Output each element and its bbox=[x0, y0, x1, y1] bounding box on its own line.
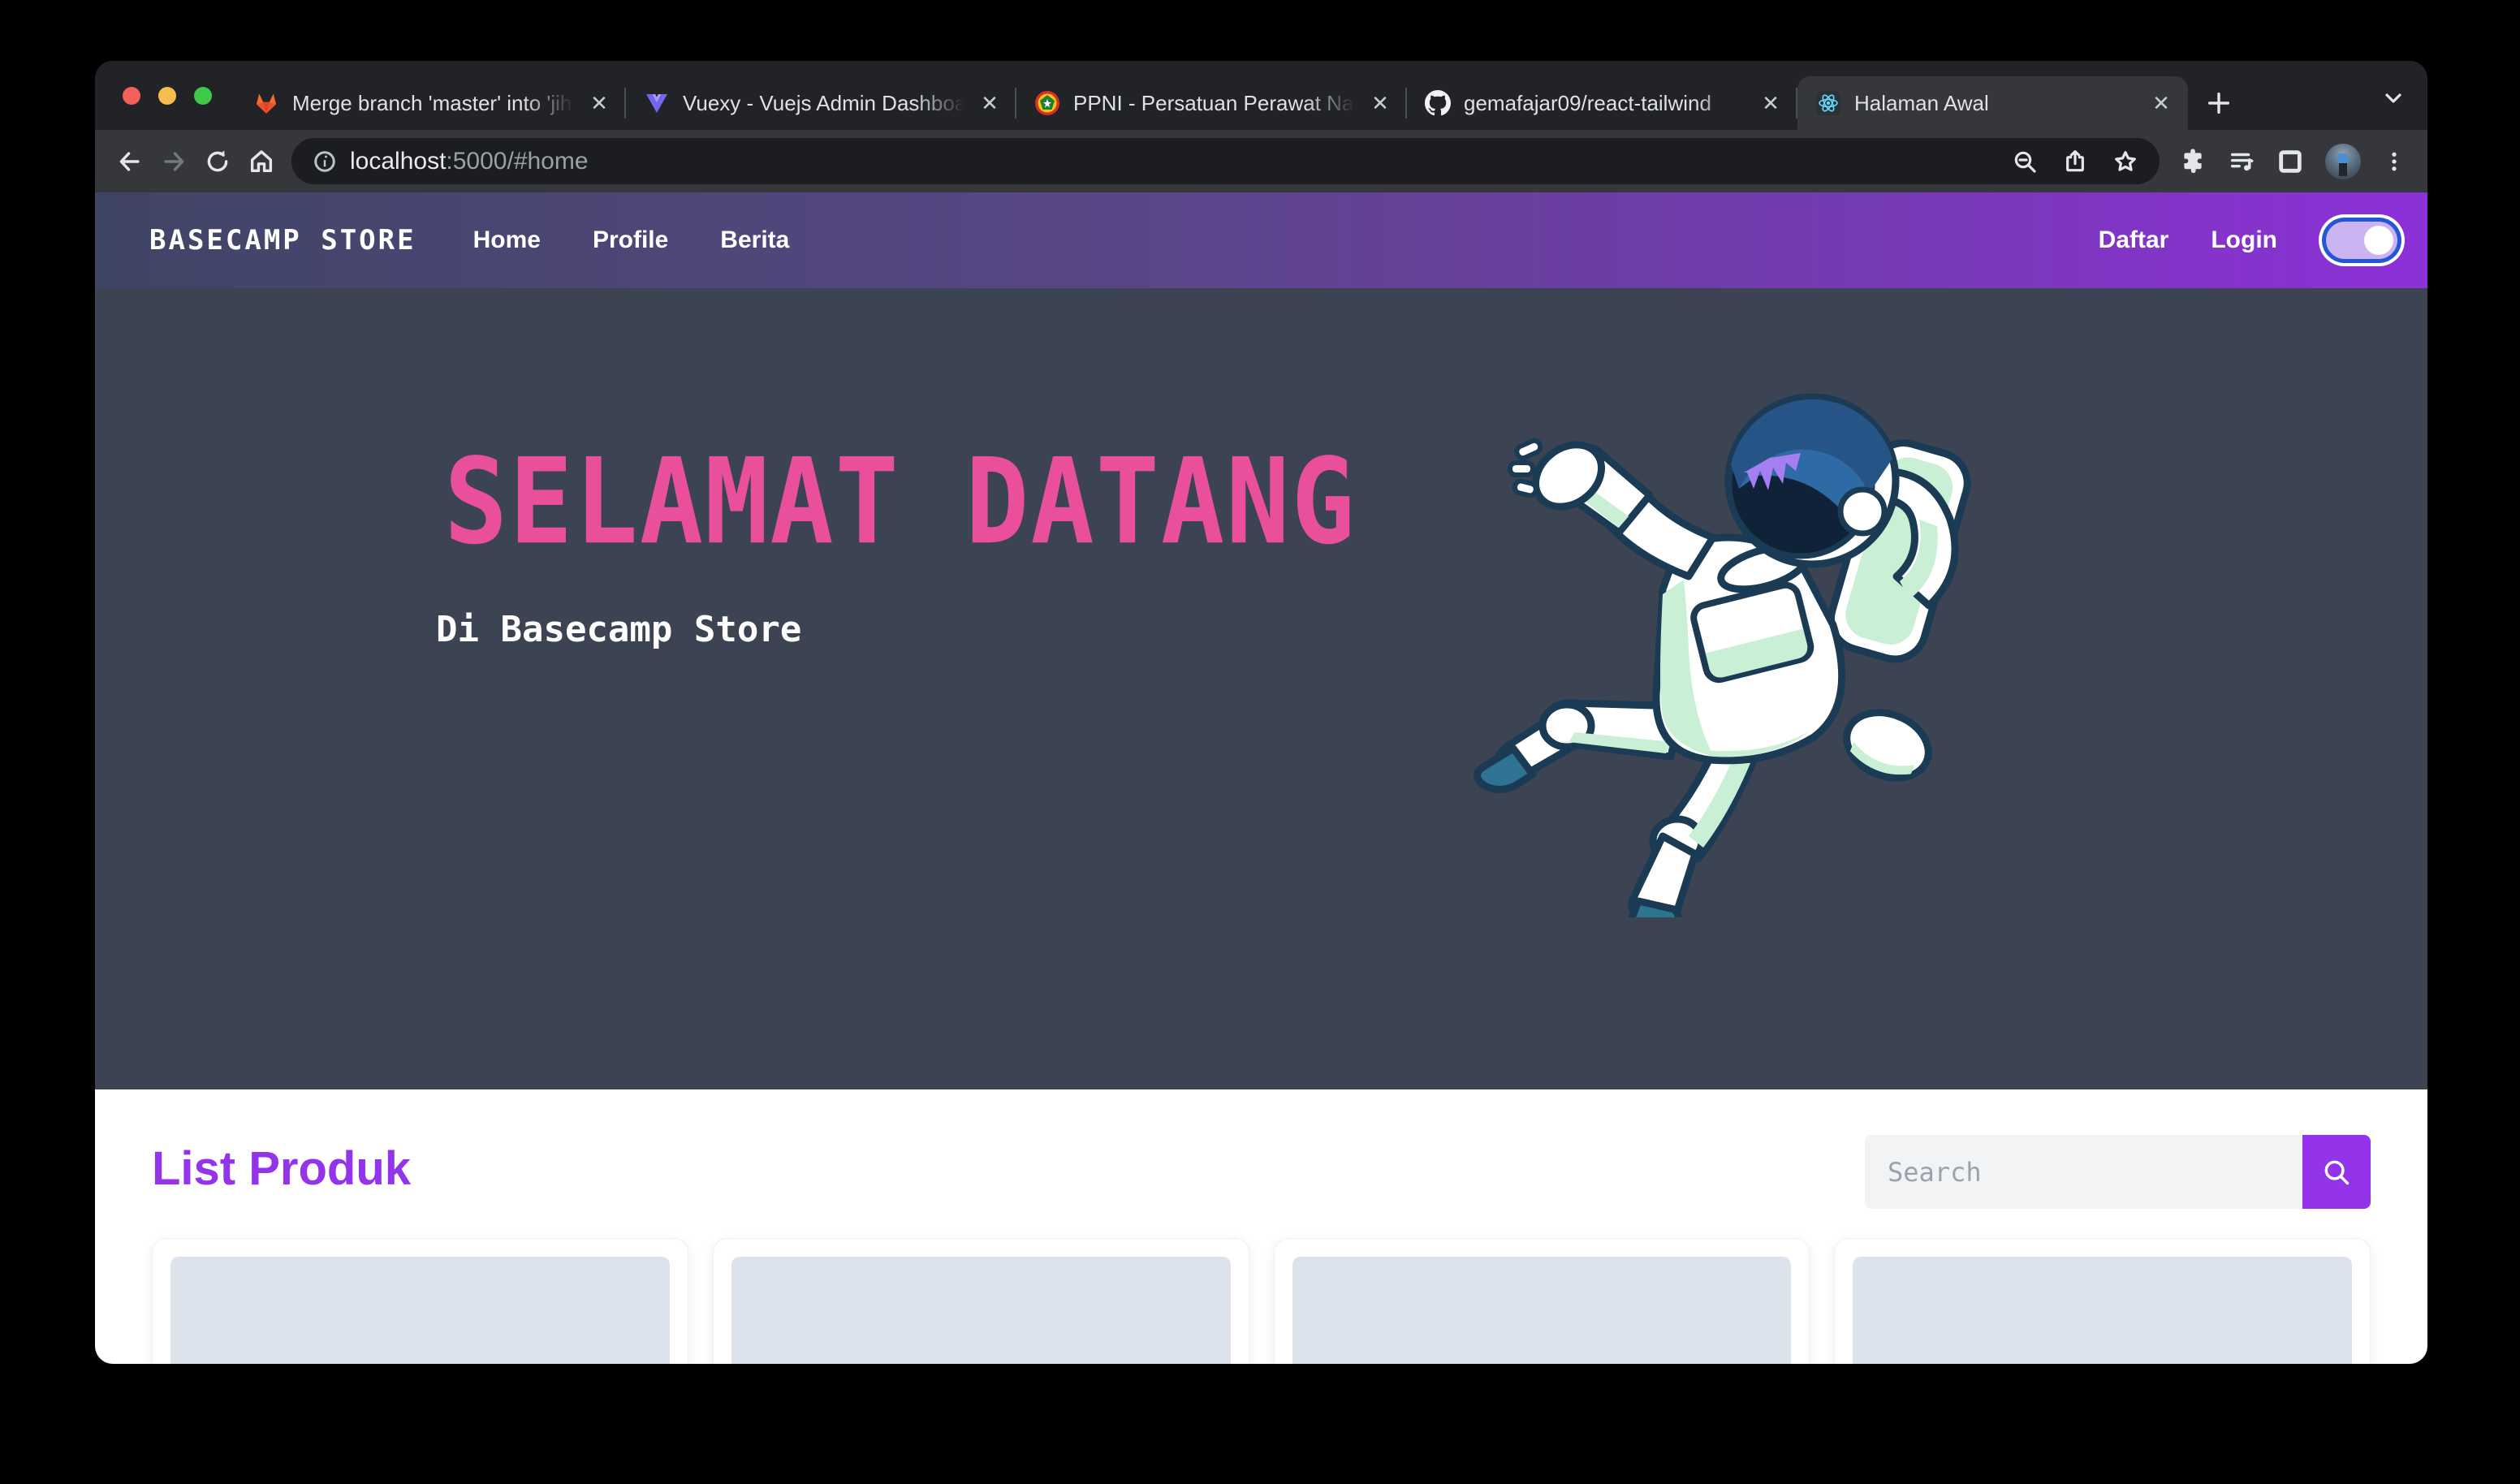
hero-text: SELAMAT DATANG Di Basecamp Store bbox=[436, 442, 1357, 650]
toolbar-right-icons bbox=[2168, 144, 2414, 179]
menu-dots-icon[interactable] bbox=[2382, 148, 2406, 175]
search-input[interactable] bbox=[1865, 1135, 2302, 1209]
minimize-window-button[interactable] bbox=[158, 87, 176, 105]
tab-close-icon[interactable]: ✕ bbox=[1368, 91, 1392, 115]
tab-github[interactable]: gemafajar09/react-tailwind ✕ bbox=[1407, 76, 1797, 130]
theme-toggle[interactable] bbox=[2326, 222, 2397, 259]
tab-close-icon[interactable]: ✕ bbox=[1758, 91, 1783, 115]
browser-window: Merge branch 'master' into 'jih ✕ Vuexy … bbox=[95, 61, 2427, 1364]
close-window-button[interactable] bbox=[123, 87, 140, 105]
home-button[interactable] bbox=[239, 140, 283, 183]
nav-link-berita[interactable]: Berita bbox=[720, 226, 789, 254]
plus-icon bbox=[2205, 89, 2233, 117]
product-image-placeholder bbox=[170, 1257, 670, 1364]
browser-toolbar: localhost:5000/#home bbox=[95, 130, 2427, 192]
tab-title: Halaman Awal bbox=[1854, 91, 2136, 116]
tab-close-icon[interactable]: ✕ bbox=[587, 91, 611, 115]
brand-logo[interactable]: BASECAMP STORE bbox=[149, 224, 416, 257]
hero-title: SELAMAT DATANG bbox=[444, 442, 1357, 561]
chevron-down-icon bbox=[2380, 85, 2406, 111]
new-tab-button[interactable] bbox=[2196, 80, 2242, 126]
tab-close-icon[interactable]: ✕ bbox=[2149, 91, 2173, 115]
forward-button[interactable] bbox=[152, 140, 196, 183]
tab-ppni[interactable]: PPNI - Persatuan Perawat Nasi ✕ bbox=[1016, 76, 1407, 130]
reload-button[interactable] bbox=[196, 140, 239, 183]
profile-avatar[interactable] bbox=[2325, 144, 2361, 179]
astronaut-illustration bbox=[1445, 382, 1973, 917]
tab-title: Merge branch 'master' into 'jih bbox=[292, 91, 574, 116]
url-path: :5000/#home bbox=[446, 148, 588, 175]
zoom-out-icon[interactable] bbox=[2012, 149, 2038, 175]
side-panel-icon[interactable] bbox=[2276, 148, 2304, 175]
product-card[interactable] bbox=[1834, 1238, 2371, 1364]
tab-title: Vuexy - Vuejs Admin Dashboar bbox=[683, 91, 964, 116]
tab-gitlab-merge[interactable]: Merge branch 'master' into 'jih ✕ bbox=[235, 76, 626, 130]
product-image-placeholder bbox=[731, 1257, 1231, 1364]
reload-icon bbox=[204, 148, 231, 175]
products-section: List Produk bbox=[95, 1089, 2427, 1364]
address-bar[interactable]: localhost:5000/#home bbox=[291, 138, 2160, 184]
home-icon bbox=[248, 148, 275, 175]
back-button[interactable] bbox=[108, 140, 152, 183]
ppni-icon bbox=[1034, 90, 1060, 116]
nav-link-home[interactable]: Home bbox=[473, 226, 541, 254]
react-icon bbox=[1815, 90, 1841, 116]
star-icon[interactable] bbox=[2112, 149, 2138, 175]
nav-actions: Daftar Login bbox=[2099, 222, 2406, 259]
product-card[interactable] bbox=[1274, 1238, 1810, 1364]
info-icon[interactable] bbox=[313, 149, 337, 174]
toggle-knob bbox=[2364, 226, 2393, 255]
media-playlist-icon[interactable] bbox=[2228, 148, 2255, 175]
nav-link-profile[interactable]: Profile bbox=[593, 226, 668, 254]
share-icon[interactable] bbox=[2062, 149, 2088, 175]
products-title: List Produk bbox=[152, 1141, 411, 1196]
search-icon bbox=[2321, 1157, 2352, 1188]
login-link[interactable]: Login bbox=[2211, 226, 2277, 254]
gitlab-icon bbox=[253, 90, 279, 116]
extensions-puzzle-icon[interactable] bbox=[2179, 148, 2207, 175]
fullscreen-window-button[interactable] bbox=[194, 87, 212, 105]
site-navbar: BASECAMP STORE Home Profile Berita Dafta… bbox=[95, 192, 2427, 288]
traffic-lights bbox=[95, 61, 235, 130]
search-bar bbox=[1865, 1135, 2371, 1209]
search-button[interactable] bbox=[2302, 1135, 2371, 1209]
hero-section: SELAMAT DATANG Di Basecamp Store bbox=[95, 288, 2427, 1089]
url-text: localhost:5000/#home bbox=[350, 148, 589, 175]
tab-title: gemafajar09/react-tailwind bbox=[1464, 91, 1745, 116]
tab-strip: Merge branch 'master' into 'jih ✕ Vuexy … bbox=[95, 61, 2427, 130]
tab-title: PPNI - Persatuan Perawat Nasi bbox=[1073, 91, 1355, 116]
tab-search-chevron-button[interactable] bbox=[2380, 85, 2406, 115]
product-card-list bbox=[152, 1238, 2371, 1364]
tab-vuexy[interactable]: Vuexy - Vuejs Admin Dashboar ✕ bbox=[626, 76, 1016, 130]
hero-subtitle: Di Basecamp Store bbox=[436, 609, 1357, 650]
register-link[interactable]: Daftar bbox=[2099, 226, 2169, 254]
tab-halaman-awal-active[interactable]: Halaman Awal ✕ bbox=[1797, 76, 2188, 130]
github-icon bbox=[1425, 90, 1451, 116]
product-image-placeholder bbox=[1292, 1257, 1792, 1364]
vuexy-icon bbox=[644, 90, 670, 116]
nav-links: Home Profile Berita bbox=[473, 226, 790, 254]
back-icon bbox=[116, 148, 144, 175]
product-card[interactable] bbox=[152, 1238, 688, 1364]
url-host: localhost bbox=[350, 148, 446, 175]
tab-close-icon[interactable]: ✕ bbox=[977, 91, 1002, 115]
product-image-placeholder bbox=[1853, 1257, 2352, 1364]
forward-icon bbox=[160, 148, 188, 175]
product-card[interactable] bbox=[713, 1238, 1249, 1364]
